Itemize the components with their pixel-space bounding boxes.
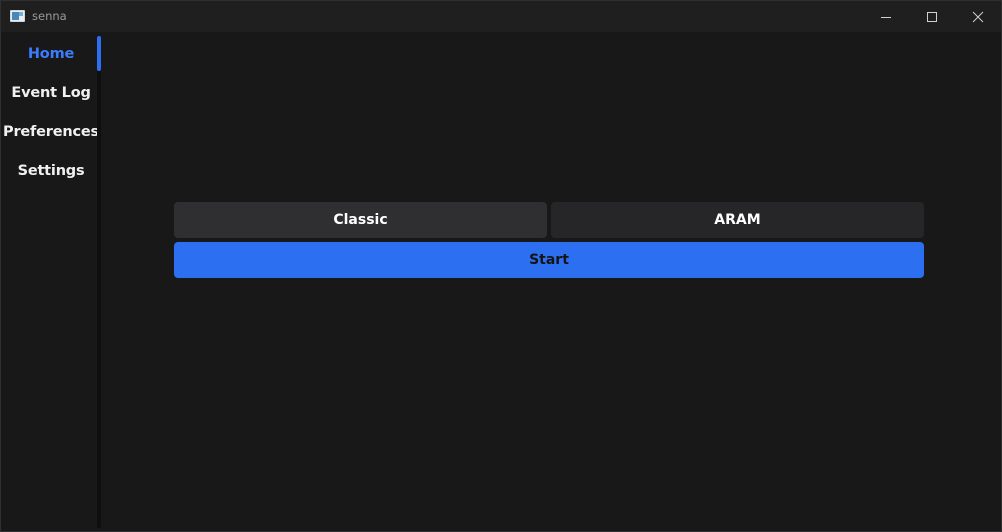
- close-button[interactable]: [955, 1, 1001, 32]
- sidebar-divider: [97, 37, 101, 528]
- start-button[interactable]: Start: [174, 242, 924, 278]
- app-window: senna Home Event Log Preferences Setting…: [0, 0, 1002, 532]
- maximize-icon: [927, 11, 937, 22]
- classic-mode-button[interactable]: Classic: [174, 202, 547, 238]
- minimize-button[interactable]: [863, 1, 909, 32]
- aram-mode-button[interactable]: ARAM: [551, 202, 924, 238]
- sidebar-item-preferences[interactable]: Preferences: [1, 114, 101, 150]
- maximize-button[interactable]: [909, 1, 955, 32]
- sidebar-item-settings[interactable]: Settings: [1, 153, 101, 189]
- sidebar-item-home[interactable]: Home: [1, 36, 101, 72]
- close-icon: [972, 11, 984, 22]
- sidebar-nav: Home Event Log Preferences Settings: [1, 32, 99, 532]
- app-window-icon: [10, 10, 25, 22]
- active-tab-indicator: [97, 36, 101, 71]
- minimize-icon: [881, 16, 891, 18]
- window-title: senna: [32, 9, 67, 23]
- title-bar[interactable]: senna: [1, 1, 1001, 32]
- sidebar-item-event-log[interactable]: Event Log: [1, 75, 101, 111]
